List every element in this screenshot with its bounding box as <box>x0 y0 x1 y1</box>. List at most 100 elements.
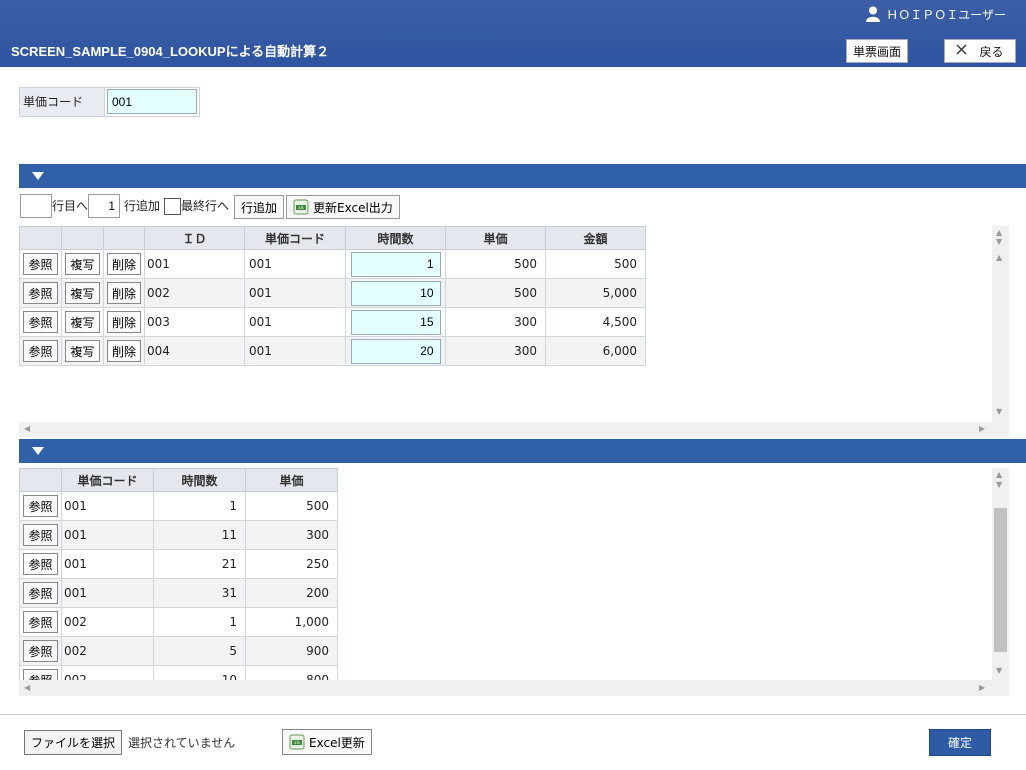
scroll-down-icon[interactable]: ▼ <box>996 480 1002 490</box>
file-select-button[interactable]: ファイルを選択 <box>24 730 123 755</box>
hours-input[interactable] <box>350 251 441 277</box>
copy-button[interactable]: 複写 <box>65 340 100 362</box>
cell-unit-price: 300 <box>245 520 338 550</box>
last-row-checkbox[interactable] <box>164 198 181 215</box>
row-target-input[interactable] <box>20 194 52 218</box>
user-name: ＨＯＩＰＯＩユーザー <box>886 7 1006 22</box>
scroll-down-icon[interactable]: ▼ <box>996 666 1002 676</box>
copy-button[interactable]: 複写 <box>65 311 100 333</box>
unit-code-input[interactable] <box>107 89 197 114</box>
scroll-up-icon[interactable]: ▲ <box>996 253 1002 263</box>
detail-grid-horizontal-scrollbar[interactable]: ◀ ▶ <box>19 422 1009 437</box>
excel-export-button[interactable]: xls 更新Excel出力 <box>286 195 400 219</box>
cell-unit-code: 001 <box>61 520 154 550</box>
cell-amount: 4,500 <box>545 307 646 337</box>
delete-button[interactable]: 削除 <box>106 253 141 275</box>
grid-header-delete <box>103 226 145 250</box>
excel-export-label: 更新Excel出力 <box>313 200 393 215</box>
ref-button[interactable]: 参照 <box>23 524 58 546</box>
excel-update-button[interactable]: xls Excel更新 <box>282 729 372 755</box>
back-button[interactable]: 戻る <box>944 39 1016 63</box>
delete-button[interactable]: 削除 <box>106 282 141 304</box>
cell-unit-price: 500 <box>445 249 546 279</box>
cell-unit-price: 300 <box>445 336 546 366</box>
ref-button[interactable]: 参照 <box>23 640 58 662</box>
grid-header-hours: 時間数 <box>153 468 246 492</box>
cell-unit-code: 002 <box>61 636 154 666</box>
delete-button[interactable]: 削除 <box>106 340 141 362</box>
grid-header-ref <box>19 226 62 250</box>
cell-unit-code: 001 <box>244 278 346 308</box>
add-count-input[interactable] <box>88 194 120 218</box>
hours-input[interactable] <box>350 309 441 335</box>
detail-grid: ＩＤ 単価コード 時間数 単価 金額 参照 複写 削除 001 001 500 … <box>19 226 646 366</box>
cell-unit-code: 001 <box>244 336 346 366</box>
ref-button[interactable]: 参照 <box>23 582 58 604</box>
grid-header-ref <box>19 468 62 492</box>
unit-code-label: 単価コード <box>19 87 105 117</box>
lookup-grid-horizontal-scrollbar[interactable]: ◀ ▶ <box>19 680 1009 696</box>
cell-unit-code: 002 <box>61 665 154 680</box>
close-icon <box>956 44 967 58</box>
add-row-button[interactable]: 行追加 <box>234 195 285 219</box>
user-area[interactable]: ＨＯＩＰＯＩユーザー <box>866 4 1006 24</box>
table-row: 参照 001 1 500 <box>19 491 338 521</box>
ref-button[interactable]: 参照 <box>23 669 58 680</box>
ref-button[interactable]: 参照 <box>23 311 58 333</box>
table-row: 参照 001 11 300 <box>19 520 338 550</box>
detail-grid-vertical-scrollbar[interactable]: ▲ ▼ ▲ ▼ <box>992 226 1009 422</box>
cell-amount: 5,000 <box>545 278 646 308</box>
cell-unit-price: 300 <box>445 307 546 337</box>
cell-unit-price: 800 <box>245 665 338 680</box>
lookup-grid-vertical-scrollbar[interactable]: ▲ ▼ ▼ <box>992 468 1009 680</box>
cell-unit-price: 250 <box>245 549 338 579</box>
grid-header-unit-price: 単価 <box>445 226 546 250</box>
ref-button[interactable]: 参照 <box>23 553 58 575</box>
triangle-down-icon[interactable] <box>32 447 44 455</box>
section-bar-lookup[interactable] <box>19 439 1026 463</box>
scroll-down-icon[interactable]: ▼ <box>996 237 1002 247</box>
copy-button[interactable]: 複写 <box>65 253 100 275</box>
delete-button[interactable]: 削除 <box>106 311 141 333</box>
excel-icon: xls <box>289 734 305 750</box>
scroll-left-icon[interactable]: ◀ <box>24 683 30 693</box>
cell-unit-price: 200 <box>245 578 338 608</box>
ref-button[interactable]: 参照 <box>23 340 58 362</box>
scroll-right-icon[interactable]: ▶ <box>979 683 985 693</box>
excel-icon: xls <box>293 199 309 215</box>
grid-header-unit-code: 単価コード <box>61 468 154 492</box>
cell-unit-price: 500 <box>445 278 546 308</box>
scroll-right-icon[interactable]: ▶ <box>979 424 985 434</box>
ref-button[interactable]: 参照 <box>23 253 58 275</box>
ref-button[interactable]: 参照 <box>23 611 58 633</box>
triangle-down-icon[interactable] <box>32 172 44 180</box>
cell-hours: 31 <box>153 578 246 608</box>
lookup-grid: 単価コード 時間数 単価 参照 001 1 500 参照 001 11 300 … <box>19 468 338 680</box>
table-row: 参照 001 21 250 <box>19 549 338 579</box>
grid-header-unit-price: 単価 <box>245 468 338 492</box>
grid-header-copy <box>61 226 104 250</box>
copy-button[interactable]: 複写 <box>65 282 100 304</box>
form-view-button[interactable]: 単票画面 <box>846 39 908 63</box>
confirm-button[interactable]: 確定 <box>929 729 991 756</box>
cell-hours: 21 <box>153 549 246 579</box>
hours-input[interactable] <box>350 338 441 364</box>
add-count-suffix: 行追加 <box>124 199 161 213</box>
ref-button[interactable]: 参照 <box>23 282 58 304</box>
last-row-label: 最終行へ <box>181 199 230 213</box>
page-title: SCREEN_SAMPLE_0904_LOOKUPによる自動計算２ <box>11 44 330 59</box>
table-row: 参照 002 1 1,000 <box>19 607 338 637</box>
ref-button[interactable]: 参照 <box>23 495 58 517</box>
section-bar-main[interactable] <box>19 164 1026 188</box>
scroll-up-icon[interactable]: ▲ <box>996 470 1002 480</box>
svg-text:xls: xls <box>294 740 300 745</box>
table-row: 参照 複写 削除 004 001 300 6,000 <box>19 336 646 366</box>
hours-input[interactable] <box>350 280 441 306</box>
scroll-thumb[interactable] <box>994 508 1007 652</box>
cell-unit-code: 001 <box>61 491 154 521</box>
scroll-left-icon[interactable]: ◀ <box>24 424 30 434</box>
cell-unit-code: 001 <box>61 549 154 579</box>
table-row: 参照 001 31 200 <box>19 578 338 608</box>
scroll-down-icon[interactable]: ▼ <box>996 407 1002 417</box>
cell-unit-code: 001 <box>61 578 154 608</box>
